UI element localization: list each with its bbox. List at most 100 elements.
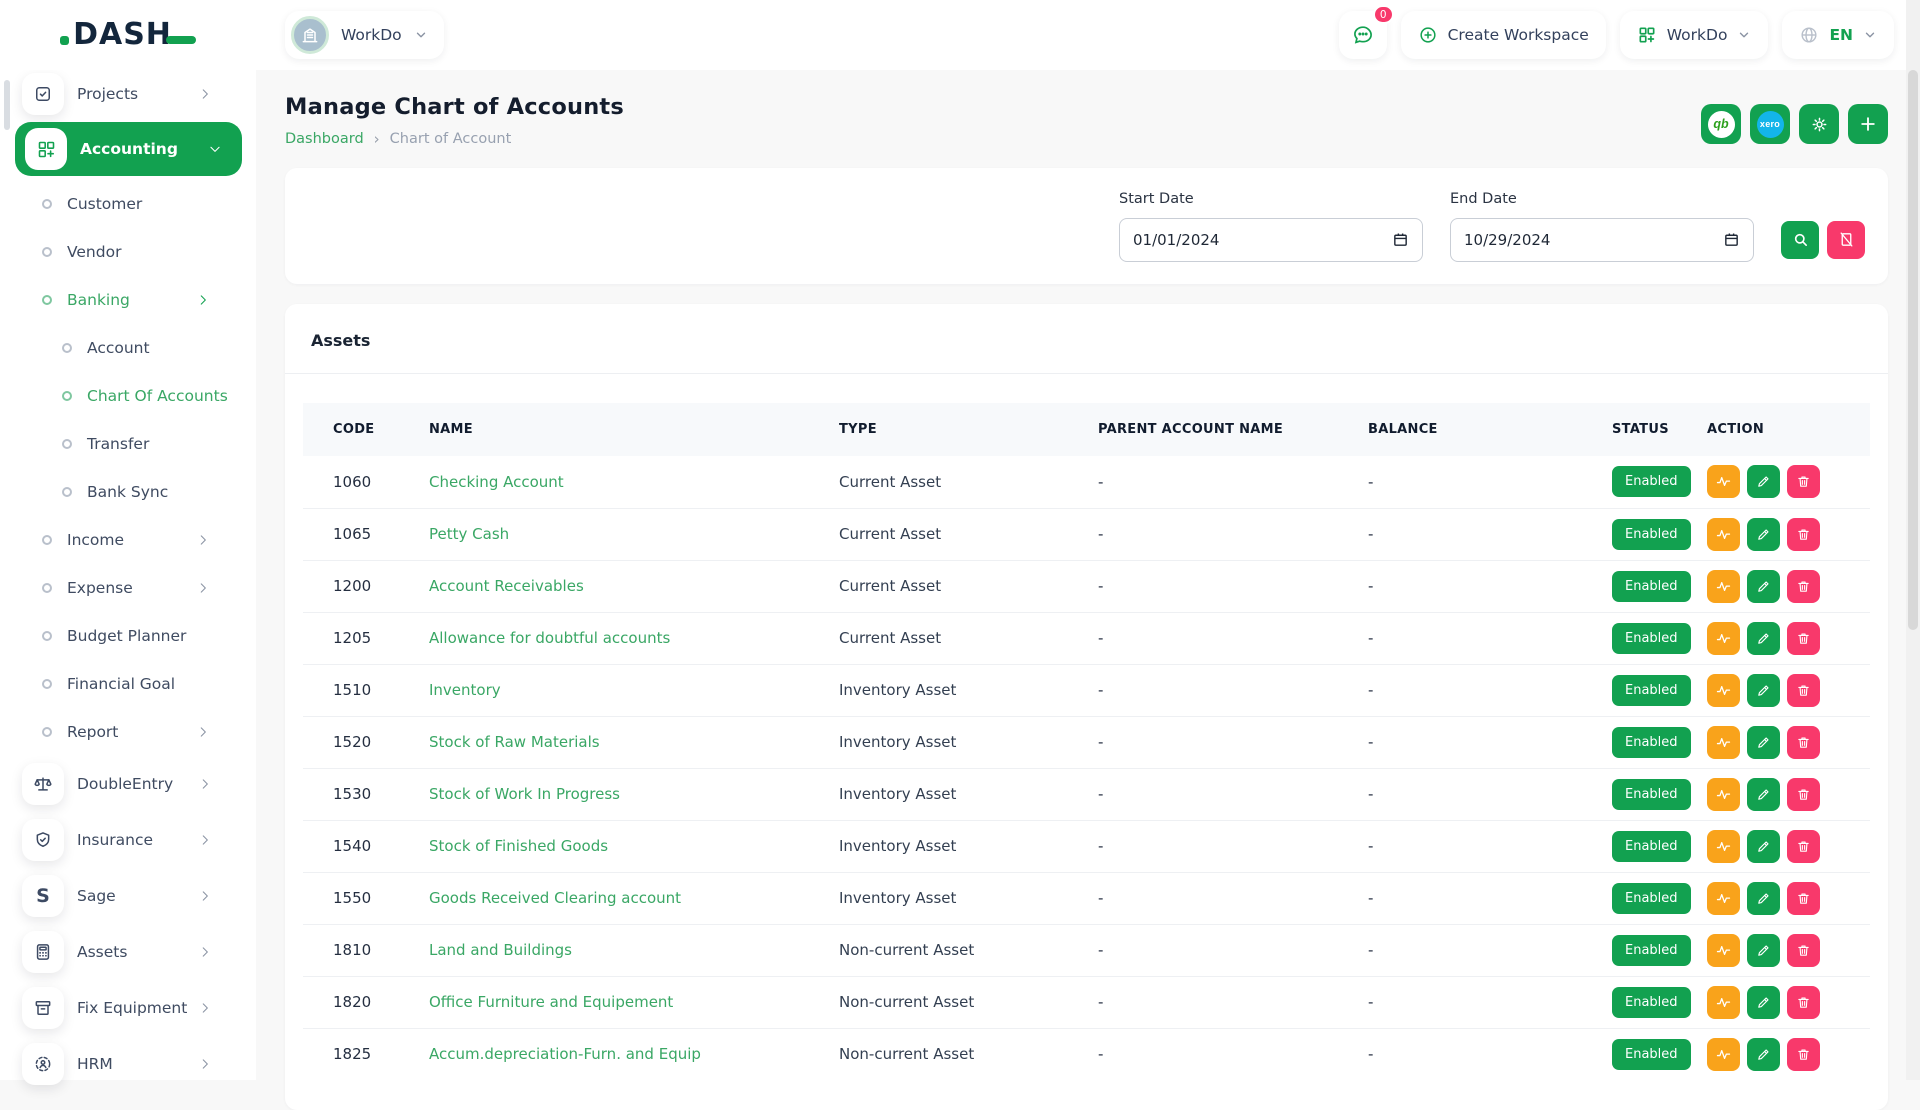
delete-button[interactable] — [1787, 518, 1820, 551]
status-badge[interactable]: Enabled — [1612, 675, 1691, 706]
delete-button[interactable] — [1787, 1038, 1820, 1071]
account-link[interactable]: Petty Cash — [429, 525, 509, 543]
delete-button[interactable] — [1787, 830, 1820, 863]
delete-button[interactable] — [1787, 622, 1820, 655]
account-link[interactable]: Goods Received Clearing account — [429, 889, 681, 907]
start-date-input[interactable]: 01/01/2024 — [1119, 218, 1423, 262]
sidebar-item-assets[interactable]: Assets — [0, 924, 256, 980]
edit-button[interactable] — [1747, 830, 1780, 863]
account-link[interactable]: Allowance for doubtful accounts — [429, 629, 670, 647]
edit-button[interactable] — [1747, 882, 1780, 915]
status-badge[interactable]: Enabled — [1612, 623, 1691, 654]
add-account-button[interactable] — [1848, 104, 1888, 144]
edit-button[interactable] — [1747, 518, 1780, 551]
delete-button[interactable] — [1787, 726, 1820, 759]
edit-button[interactable] — [1747, 986, 1780, 1019]
activity-button[interactable] — [1707, 570, 1740, 603]
sidebar-item-account[interactable]: Account — [0, 324, 256, 372]
sidebar-item-fix-equipment[interactable]: Fix Equipment — [0, 980, 256, 1036]
status-badge[interactable]: Enabled — [1612, 883, 1691, 914]
delete-button[interactable] — [1787, 674, 1820, 707]
account-link[interactable]: Inventory — [429, 681, 501, 699]
status-badge[interactable]: Enabled — [1612, 987, 1691, 1018]
account-link[interactable]: Accum.depreciation-Furn. and Equip — [429, 1045, 701, 1063]
sidebar-item-banking[interactable]: Banking — [0, 276, 256, 324]
breadcrumb-dashboard-link[interactable]: Dashboard — [285, 131, 364, 147]
delete-button[interactable] — [1787, 986, 1820, 1019]
messages-button[interactable]: 0 — [1339, 11, 1387, 59]
account-link[interactable]: Account Receivables — [429, 577, 584, 595]
delete-button[interactable] — [1787, 570, 1820, 603]
sidebar-item-doubleentry[interactable]: DoubleEntry — [0, 756, 256, 812]
page-scrollbar[interactable] — [1906, 0, 1920, 1080]
activity-button[interactable] — [1707, 830, 1740, 863]
calendar-icon[interactable] — [1392, 231, 1409, 248]
account-link[interactable]: Stock of Work In Progress — [429, 785, 620, 803]
sidebar-item-customer[interactable]: Customer — [0, 180, 256, 228]
sidebar-item-vendor[interactable]: Vendor — [0, 228, 256, 276]
activity-button[interactable] — [1707, 986, 1740, 1019]
account-link[interactable]: Checking Account — [429, 473, 564, 491]
edit-button[interactable] — [1747, 622, 1780, 655]
status-badge[interactable]: Enabled — [1612, 831, 1691, 862]
account-link[interactable]: Land and Buildings — [429, 941, 572, 959]
status-badge[interactable]: Enabled — [1612, 935, 1691, 966]
app-menu-button[interactable]: WorkDo — [1620, 11, 1769, 59]
activity-button[interactable] — [1707, 518, 1740, 551]
create-workspace-button[interactable]: Create Workspace — [1401, 11, 1606, 59]
reset-filter-button[interactable] — [1827, 221, 1865, 259]
workspace-selector[interactable]: WorkDo — [285, 11, 444, 59]
page-scrollbar-thumb[interactable] — [1908, 70, 1918, 630]
status-badge[interactable]: Enabled — [1612, 519, 1691, 550]
account-link[interactable]: Stock of Finished Goods — [429, 837, 608, 855]
parent-account-cell: - — [1090, 612, 1360, 664]
activity-button[interactable] — [1707, 622, 1740, 655]
xero-button[interactable]: xero — [1750, 104, 1790, 144]
settings-button[interactable] — [1799, 104, 1839, 144]
sidebar-item-bank-sync[interactable]: Bank Sync — [0, 468, 256, 516]
activity-button[interactable] — [1707, 726, 1740, 759]
quickbooks-button[interactable]: qb — [1701, 104, 1741, 144]
status-badge[interactable]: Enabled — [1612, 779, 1691, 810]
status-badge[interactable]: Enabled — [1612, 571, 1691, 602]
delete-button[interactable] — [1787, 882, 1820, 915]
activity-button[interactable] — [1707, 778, 1740, 811]
activity-button[interactable] — [1707, 882, 1740, 915]
status-cell: Enabled — [1604, 820, 1699, 872]
sidebar-item-accounting[interactable]: Accounting — [15, 122, 242, 176]
sidebar-item-budget-planner[interactable]: Budget Planner — [0, 612, 256, 660]
edit-button[interactable] — [1747, 1038, 1780, 1071]
sidebar-item-insurance[interactable]: Insurance — [0, 812, 256, 868]
sidebar-item-report[interactable]: Report — [0, 708, 256, 756]
sidebar-item-expense[interactable]: Expense — [0, 564, 256, 612]
status-badge[interactable]: Enabled — [1612, 727, 1691, 758]
delete-button[interactable] — [1787, 778, 1820, 811]
sidebar-item-projects[interactable]: Projects — [0, 70, 256, 118]
activity-button[interactable] — [1707, 934, 1740, 967]
sidebar-item-chart-of-accounts[interactable]: Chart Of Accounts — [0, 372, 256, 420]
end-date-input[interactable]: 10/29/2024 — [1450, 218, 1754, 262]
edit-button[interactable] — [1747, 465, 1780, 498]
delete-button[interactable] — [1787, 465, 1820, 498]
sidebar-item-financial-goal[interactable]: Financial Goal — [0, 660, 256, 708]
edit-button[interactable] — [1747, 778, 1780, 811]
language-selector[interactable]: EN — [1782, 11, 1894, 59]
account-link[interactable]: Stock of Raw Materials — [429, 733, 600, 751]
sidebar-item-sage[interactable]: SSage — [0, 868, 256, 924]
account-link[interactable]: Office Furniture and Equipement — [429, 993, 673, 1011]
sidebar-item-income[interactable]: Income — [0, 516, 256, 564]
calendar-icon[interactable] — [1723, 231, 1740, 248]
delete-button[interactable] — [1787, 934, 1820, 967]
status-badge[interactable]: Enabled — [1612, 466, 1691, 497]
edit-button[interactable] — [1747, 570, 1780, 603]
pencil-icon — [1756, 1047, 1771, 1062]
status-badge[interactable]: Enabled — [1612, 1039, 1691, 1070]
edit-button[interactable] — [1747, 934, 1780, 967]
activity-button[interactable] — [1707, 674, 1740, 707]
sidebar-item-transfer[interactable]: Transfer — [0, 420, 256, 468]
edit-button[interactable] — [1747, 726, 1780, 759]
edit-button[interactable] — [1747, 674, 1780, 707]
apply-filter-button[interactable] — [1781, 221, 1819, 259]
activity-button[interactable] — [1707, 1038, 1740, 1071]
activity-button[interactable] — [1707, 465, 1740, 498]
